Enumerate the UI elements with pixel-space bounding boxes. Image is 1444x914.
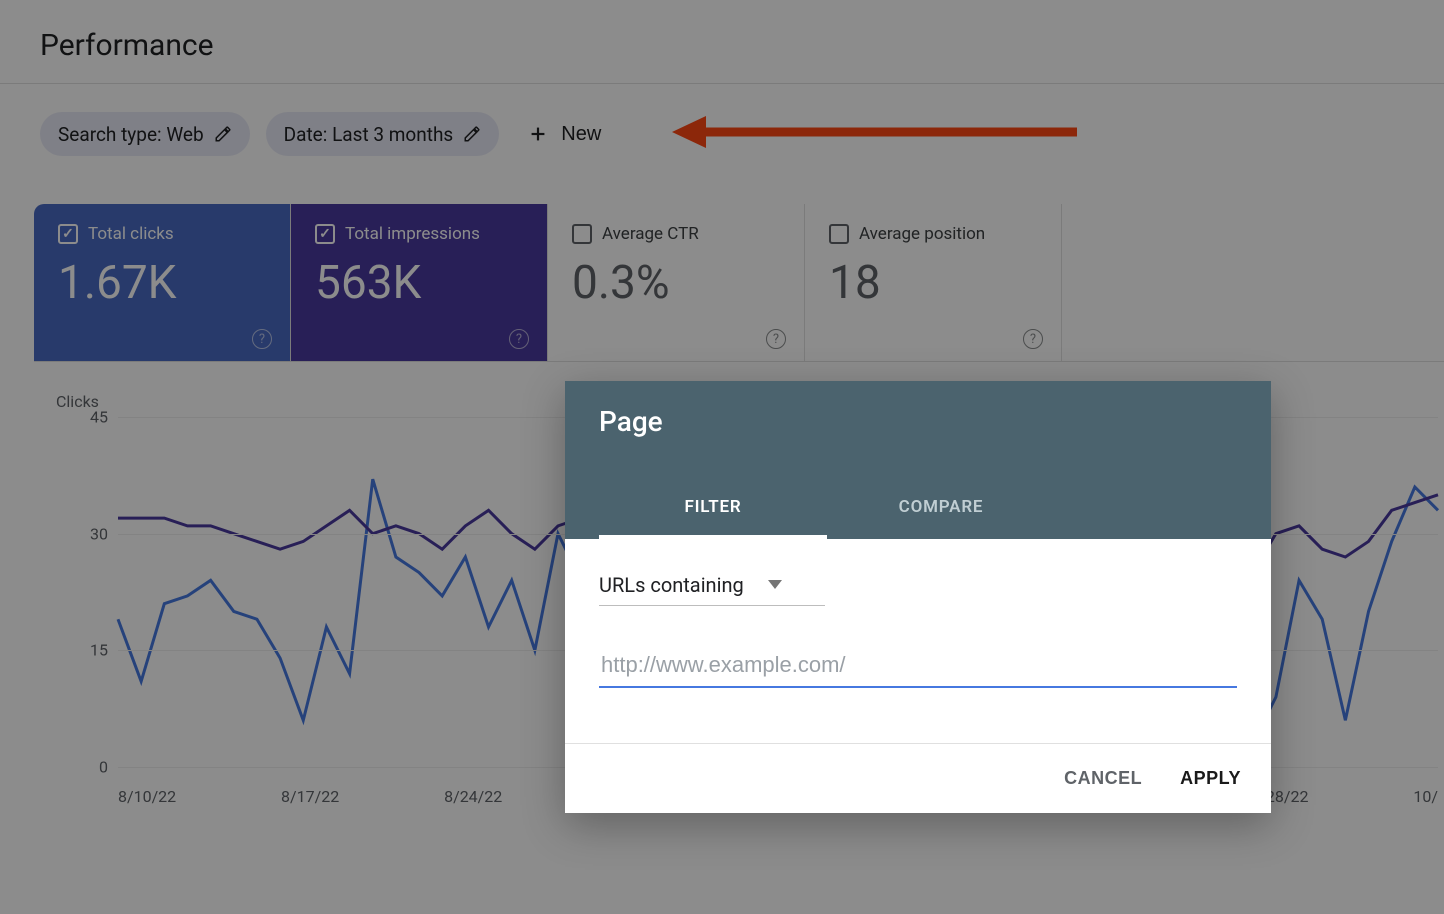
dialog-footer: CANCEL APPLY [565,743,1271,813]
apply-button[interactable]: APPLY [1180,768,1241,789]
tab-compare[interactable]: COMPARE [827,497,1055,539]
url-match-select[interactable]: URLs containing [599,573,825,606]
select-value: URLs containing [599,573,744,597]
dialog-tabs: FILTER COMPARE [599,497,1237,539]
dialog-title: Page [599,405,1237,438]
page-filter-dialog: Page FILTER COMPARE URLs containing CANC… [565,381,1271,813]
tab-filter[interactable]: FILTER [599,497,827,539]
dropdown-icon [768,580,782,590]
url-input[interactable] [599,646,1237,688]
dialog-body: URLs containing [565,539,1271,688]
dialog-header: Page FILTER COMPARE [565,381,1271,539]
cancel-button[interactable]: CANCEL [1064,768,1142,789]
